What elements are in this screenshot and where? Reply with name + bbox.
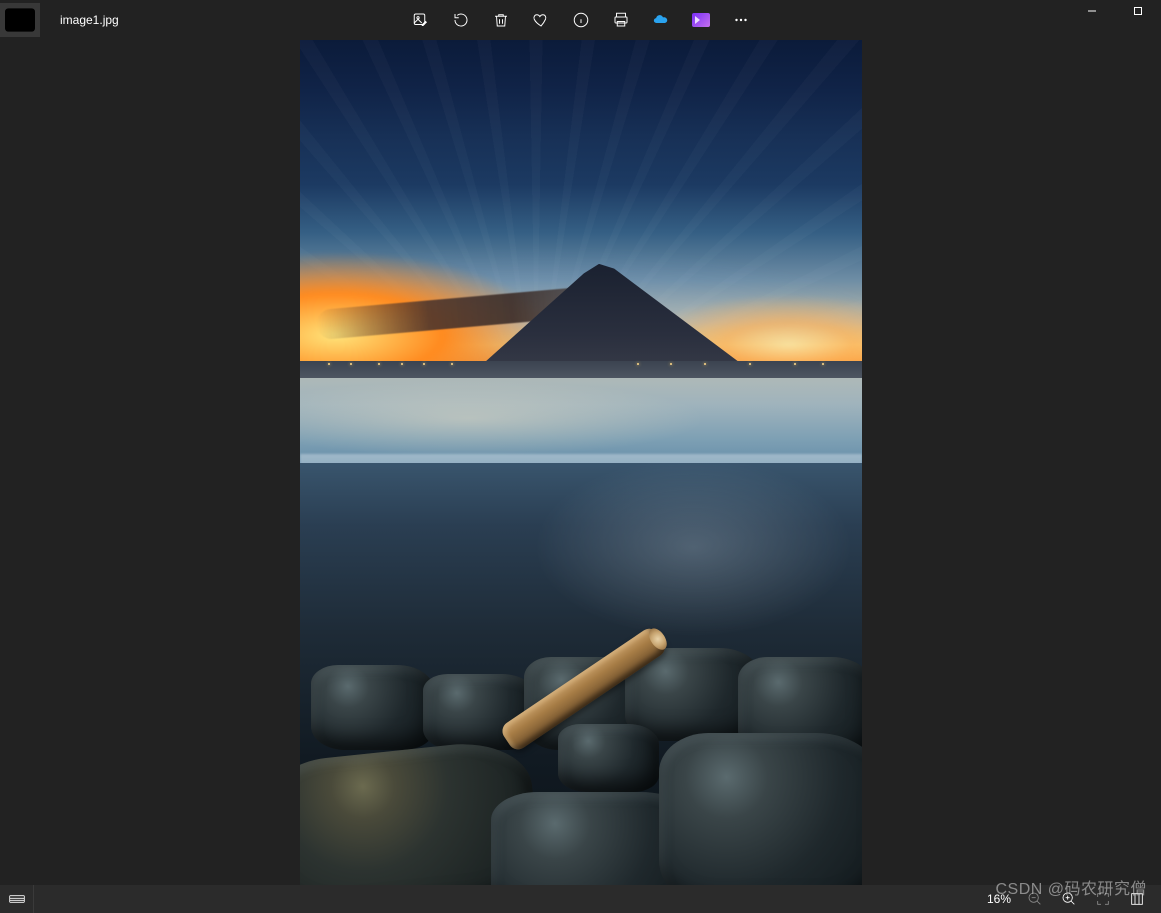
minimize-button[interactable] xyxy=(1069,0,1115,22)
fit-icon xyxy=(1095,891,1111,907)
info-button[interactable] xyxy=(570,9,592,31)
more-icon xyxy=(732,11,750,29)
onedrive-button[interactable] xyxy=(650,9,672,31)
zoom-level[interactable]: 16% xyxy=(987,892,1011,906)
delete-button[interactable] xyxy=(490,9,512,31)
status-bar: 16% xyxy=(0,885,1161,913)
zoom-out-icon xyxy=(1027,891,1043,907)
onedrive-icon xyxy=(652,11,670,29)
photos-app-icon xyxy=(0,0,40,40)
clipchamp-icon xyxy=(692,13,710,27)
actual-size-icon xyxy=(1129,891,1145,907)
displayed-image xyxy=(300,40,862,885)
rotate-icon xyxy=(452,11,470,29)
window-controls xyxy=(1069,0,1161,22)
zoom-in-icon xyxy=(1061,891,1077,907)
fit-window-button[interactable] xyxy=(1093,889,1113,909)
zoom-in-button[interactable] xyxy=(1059,889,1079,909)
file-name: image1.jpg xyxy=(48,13,119,27)
title-bar: image1.jpg xyxy=(0,0,1161,40)
minimize-icon xyxy=(1087,6,1097,16)
trash-icon xyxy=(492,11,510,29)
favorite-button[interactable] xyxy=(530,9,552,31)
rotate-button[interactable] xyxy=(450,9,472,31)
filmstrip-icon xyxy=(9,893,25,905)
image-canvas[interactable] xyxy=(0,40,1161,885)
maximize-button[interactable] xyxy=(1115,0,1161,22)
zoom-controls: 16% xyxy=(987,889,1161,909)
print-button[interactable] xyxy=(610,9,632,31)
print-icon xyxy=(612,11,630,29)
edit-image-button[interactable] xyxy=(410,9,432,31)
clipchamp-button[interactable] xyxy=(690,9,712,31)
zoom-out-button[interactable] xyxy=(1025,889,1045,909)
app-icon[interactable] xyxy=(0,3,40,37)
edit-image-icon xyxy=(412,11,430,29)
toolbar xyxy=(410,0,752,40)
more-button[interactable] xyxy=(730,9,752,31)
maximize-icon xyxy=(1133,6,1143,16)
heart-icon xyxy=(532,11,550,29)
actual-size-button[interactable] xyxy=(1127,889,1147,909)
filmstrip-toggle[interactable] xyxy=(0,885,34,913)
info-icon xyxy=(572,11,590,29)
